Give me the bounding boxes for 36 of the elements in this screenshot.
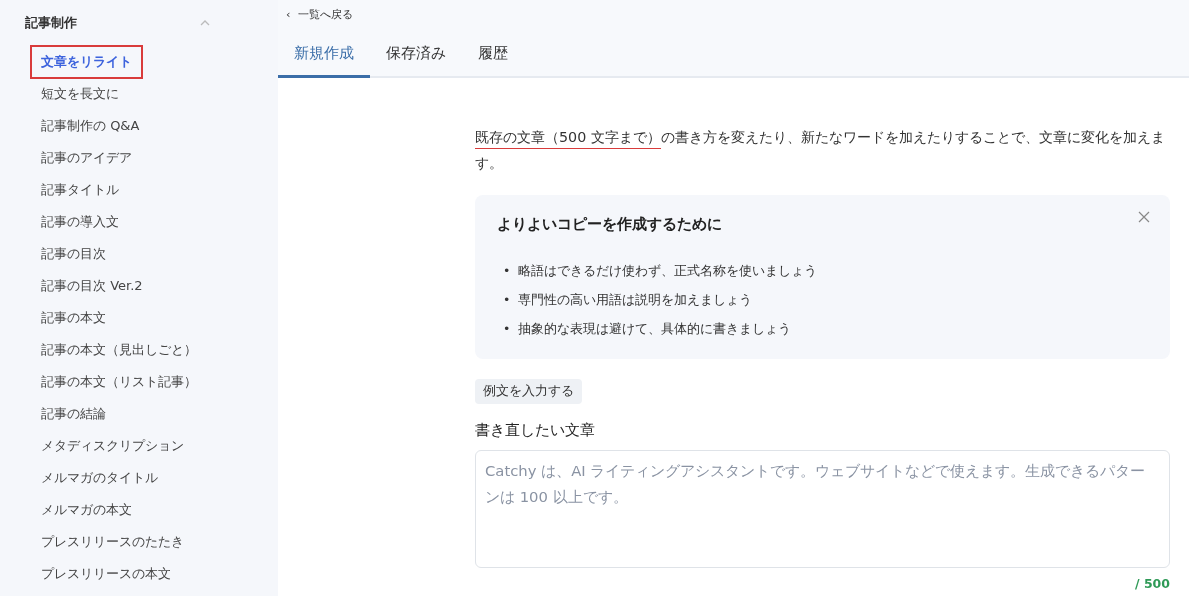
sidebar-item[interactable]: 記事の本文（リスト記事） bbox=[30, 365, 208, 399]
tip-item: 略語はできるだけ使わず、正式名称を使いましょう bbox=[518, 261, 818, 280]
back-link[interactable]: ‹ 一覧へ戻る bbox=[278, 0, 1189, 23]
bullet: • bbox=[503, 319, 511, 338]
description-text: 既存の文章（500 文字まで）の書き方を変えたり、新たなワードを加えたりすることで、文章に変化を加えます。 bbox=[475, 124, 1170, 176]
bullet: • bbox=[503, 290, 511, 309]
sidebar-item[interactable]: 記事の本文 bbox=[30, 301, 117, 335]
field-label: 書き直したい文章 bbox=[475, 421, 596, 440]
chevron-icon[interactable] bbox=[200, 20, 210, 26]
sidebar-item[interactable]: 記事タイトル bbox=[30, 173, 130, 207]
sidebar-item[interactable]: 記事の目次 bbox=[30, 237, 117, 271]
tips-title: よりよいコピーを作成するために bbox=[497, 215, 722, 234]
sidebar-item[interactable]: プレスリリースのたたき bbox=[30, 525, 195, 559]
close-icon[interactable] bbox=[1138, 211, 1150, 223]
sidebar-item[interactable]: メタディスクリプション bbox=[30, 429, 195, 463]
sidebar-item[interactable]: メルマガのタイトル bbox=[30, 461, 169, 495]
sidebar-item[interactable]: 記事制作の Q&A bbox=[30, 109, 151, 143]
tip-item: 専門性の高い用語は説明を加えましょう bbox=[518, 290, 753, 309]
character-counter: / 500 bbox=[1135, 576, 1170, 591]
tab[interactable]: 新規作成 bbox=[278, 35, 370, 78]
sidebar-item[interactable]: プレスリリースの本文 bbox=[30, 557, 182, 591]
sidebar-item[interactable]: 記事の導入文 bbox=[30, 205, 130, 239]
sidebar-item[interactable]: 記事の目次 Ver.2 bbox=[30, 269, 154, 303]
sidebar-item[interactable]: 短文を長文に bbox=[30, 77, 130, 111]
sidebar-item[interactable]: メルマガの本文 bbox=[30, 493, 143, 527]
sidebar-item[interactable]: 記事のアイデア bbox=[30, 141, 143, 175]
bullet: • bbox=[503, 261, 511, 280]
section-title: 記事制作 bbox=[25, 14, 77, 32]
sidebar-item[interactable]: 記事の本文（見出しごと） bbox=[30, 333, 208, 367]
tip-item: 抽象的な表現は避けて、具体的に書きましょう bbox=[518, 319, 792, 338]
sidebar-item[interactable]: 文章をリライト bbox=[30, 45, 143, 79]
sidebar-item[interactable]: 記事の結論 bbox=[30, 397, 117, 431]
input-field[interactable]: Catchy は、AI ライティングアシスタントです。ウェブサイトなどで使えます。生成できるパターンは 100 以上です。 bbox=[475, 450, 1170, 568]
example-button[interactable]: 例文を入力する bbox=[475, 379, 582, 404]
tab[interactable]: 保存済み bbox=[370, 35, 462, 78]
tab[interactable]: 履歴 bbox=[462, 35, 524, 78]
